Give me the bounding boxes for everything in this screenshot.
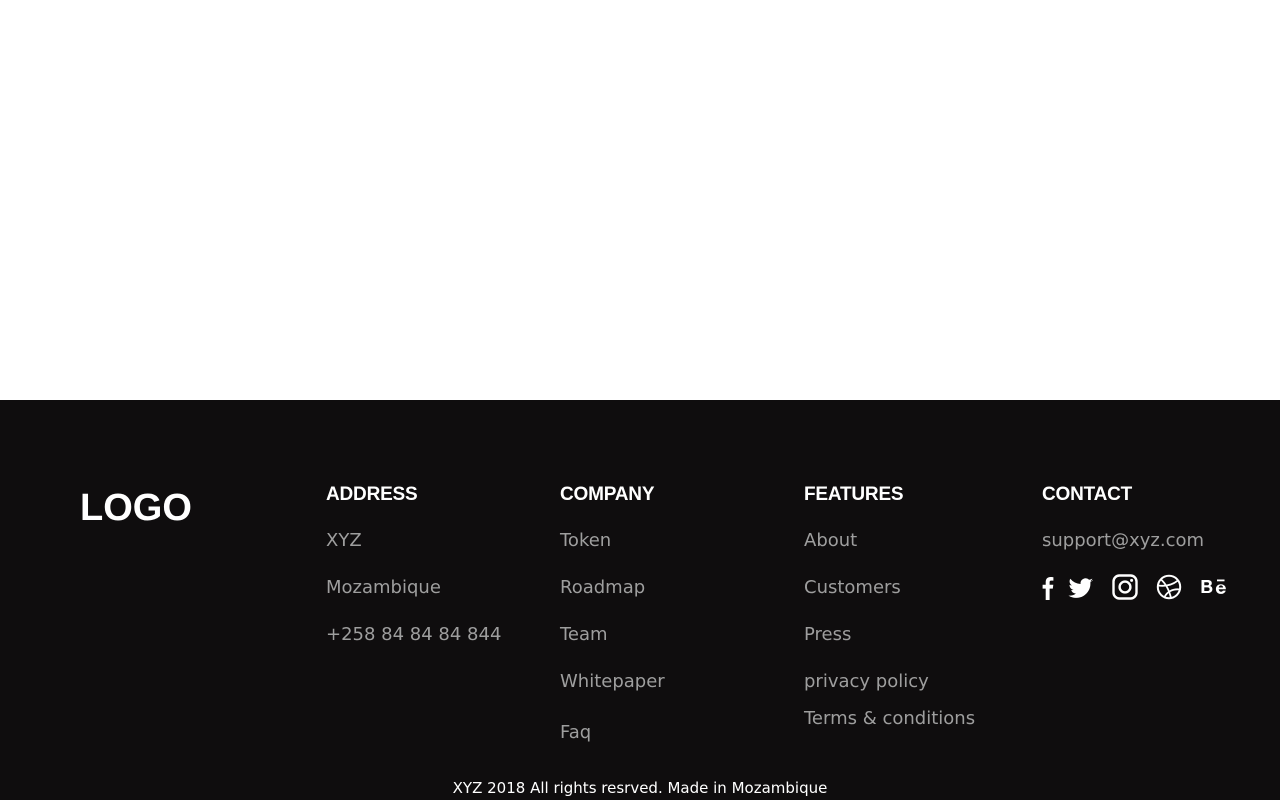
features-heading: FEATURES (804, 484, 904, 505)
facebook-icon[interactable] (1042, 573, 1054, 601)
footer-link-team[interactable]: Team (560, 623, 608, 647)
footer-link-press[interactable]: Press (804, 623, 851, 647)
footer-link-whitepaper[interactable]: Whitepaper (560, 670, 665, 694)
copyright-text: XYZ 2018 All rights resrved. Made in Moz… (452, 779, 828, 797)
address-heading: ADDRESS (326, 484, 418, 505)
contact-email-link[interactable]: support@xyz.com (1042, 529, 1204, 553)
dribbble-icon[interactable] (1156, 573, 1182, 601)
content-area (0, 0, 1280, 400)
footer-link-faq[interactable]: Faq (560, 721, 591, 745)
footer-logo[interactable]: LOGO (80, 488, 192, 528)
behance-icon[interactable] (1200, 573, 1228, 601)
instagram-icon[interactable] (1112, 573, 1138, 601)
footer-link-token[interactable]: Token (560, 529, 611, 553)
site-footer: LOGO ADDRESS XYZ Mozambique +258 84 84 8… (0, 400, 1280, 800)
footer-link-about[interactable]: About (804, 529, 857, 553)
social-icons (1042, 573, 1228, 601)
footer-link-customers[interactable]: Customers (804, 576, 901, 600)
company-heading: COMPANY (560, 484, 655, 505)
footer-link-terms[interactable]: Terms & conditions (804, 707, 975, 731)
twitter-icon[interactable] (1068, 573, 1094, 601)
address-line-company: XYZ (326, 530, 362, 551)
address-line-country: Mozambique (326, 577, 441, 598)
footer-link-roadmap[interactable]: Roadmap (560, 576, 645, 600)
footer-link-privacy-policy[interactable]: privacy policy (804, 670, 929, 694)
contact-heading: CONTACT (1042, 484, 1133, 505)
address-line-phone: +258 84 84 84 844 (326, 624, 502, 645)
